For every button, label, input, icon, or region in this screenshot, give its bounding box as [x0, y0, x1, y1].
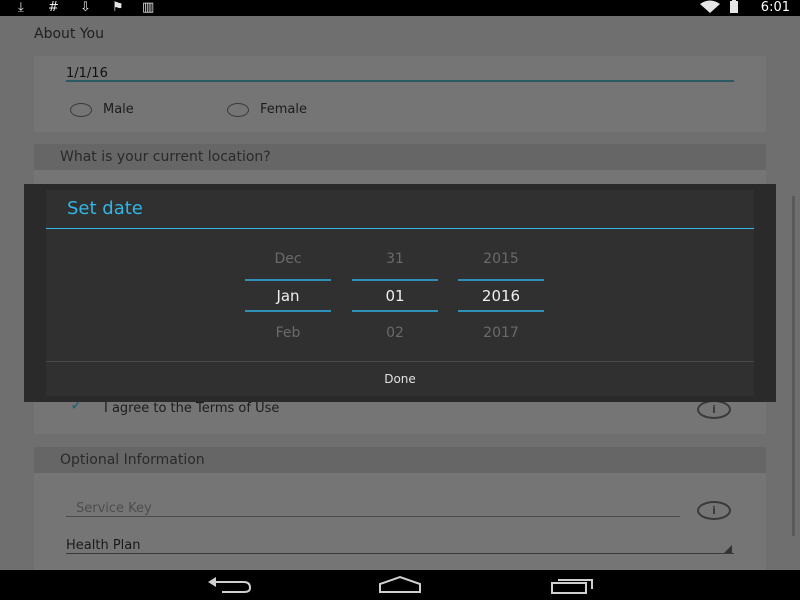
recent-apps-icon[interactable]	[548, 574, 596, 596]
page-title: About You	[34, 26, 104, 42]
year-top-line	[458, 279, 544, 281]
month-next[interactable]: Feb	[245, 325, 331, 341]
optional-section-header: Optional Information	[34, 447, 766, 473]
day-current[interactable]: 01	[352, 287, 438, 305]
female-label: Female	[260, 102, 308, 117]
female-radio[interactable]	[227, 103, 249, 117]
barcode-icon: ▥	[142, 0, 155, 15]
wifi-icon	[700, 0, 720, 16]
status-bar: ⤓ # ⇩ ⚑ ▥ 6:01	[0, 0, 800, 16]
month-prev[interactable]: Dec	[245, 251, 331, 267]
day-next[interactable]: 02	[352, 325, 438, 341]
location-section-header: What is your current location?	[34, 144, 766, 170]
personal-card	[34, 56, 766, 132]
month-current[interactable]: Jan	[245, 287, 331, 305]
service-key-underline	[66, 516, 680, 517]
scrollbar[interactable]	[792, 196, 795, 536]
set-date-dialog: Set date Dec Jan Feb 31 01 02 2015 2016 …	[46, 190, 754, 396]
navigation-bar	[0, 570, 800, 600]
home-icon[interactable]	[376, 574, 424, 596]
flag-icon: ⚑	[112, 0, 124, 15]
male-radio[interactable]	[70, 103, 92, 117]
battery-icon	[728, 0, 740, 16]
back-icon[interactable]	[204, 574, 252, 596]
male-label: Male	[103, 102, 134, 117]
year-next[interactable]: 2017	[458, 325, 544, 341]
optional-header-label: Optional Information	[60, 452, 205, 468]
year-current[interactable]: 2016	[458, 287, 544, 305]
service-key-info-icon[interactable]: i	[697, 501, 731, 520]
day-bottom-line	[352, 310, 438, 312]
day-prev[interactable]: 31	[352, 251, 438, 267]
date-of-birth-field[interactable]: 1/1/16	[66, 66, 108, 81]
dropdown-arrow-icon	[724, 545, 732, 553]
location-question: What is your current location?	[60, 149, 271, 165]
year-prev[interactable]: 2015	[458, 251, 544, 267]
status-time: 6:01	[760, 0, 790, 15]
month-bottom-line	[245, 310, 331, 312]
done-button[interactable]: Done	[46, 362, 754, 396]
year-bottom-line	[458, 310, 544, 312]
health-plan-underline	[66, 553, 734, 554]
dialog-title: Set date	[67, 198, 143, 219]
service-key-input[interactable]: Service Key	[76, 501, 152, 516]
dialog-title-divider	[46, 228, 754, 229]
terms-label: I agree to the Terms of Use	[104, 401, 280, 416]
hash-icon: #	[48, 0, 59, 15]
health-plan-select[interactable]: Health Plan	[66, 538, 140, 553]
month-top-line	[245, 279, 331, 281]
terms-info-icon[interactable]: i	[697, 400, 731, 419]
download-icon: ⤓	[18, 0, 24, 15]
date-of-birth-underline	[66, 80, 734, 82]
optional-card	[34, 473, 766, 570]
day-top-line	[352, 279, 438, 281]
download-box-icon: ⇩	[80, 0, 91, 15]
